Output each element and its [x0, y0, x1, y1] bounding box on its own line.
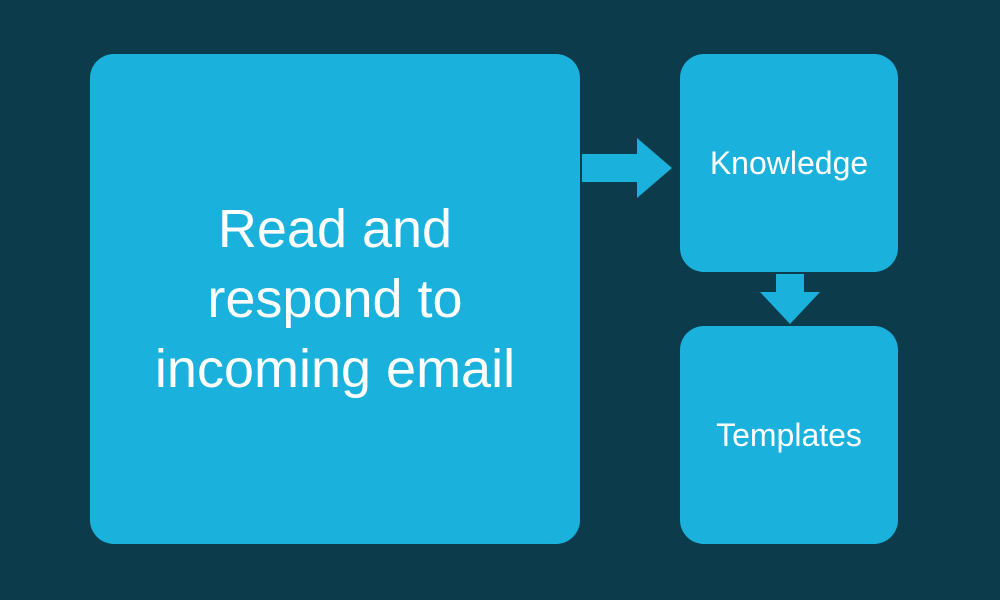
- arrow-down-icon: [760, 274, 820, 324]
- arrow-right-icon: [582, 138, 672, 198]
- templates-box: Templates: [680, 326, 898, 544]
- templates-label: Templates: [716, 417, 862, 454]
- main-process-box: Read and respond to incoming email: [90, 54, 580, 544]
- knowledge-label: Knowledge: [710, 145, 868, 182]
- main-process-label: Read and respond to incoming email: [130, 194, 540, 405]
- knowledge-box: Knowledge: [680, 54, 898, 272]
